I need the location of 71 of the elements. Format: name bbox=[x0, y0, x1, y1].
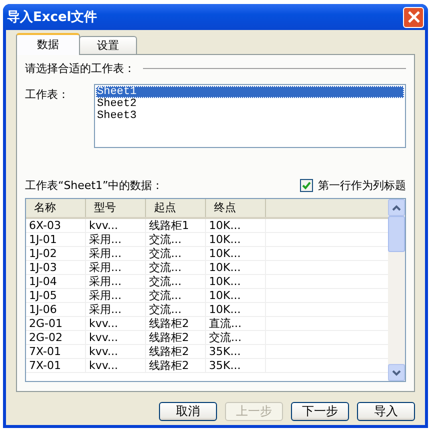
table-cell: kvv... bbox=[86, 345, 146, 358]
column-header[interactable]: 名称 bbox=[26, 199, 86, 217]
table-cell: 7X-01 bbox=[26, 359, 86, 372]
table-cell: 交流... bbox=[146, 247, 206, 260]
column-header[interactable]: 终点 bbox=[206, 199, 266, 217]
table-cell: kvv... bbox=[86, 317, 146, 330]
table-cell: 10K... bbox=[206, 247, 266, 260]
scroll-thumb[interactable] bbox=[388, 216, 405, 252]
list-item[interactable]: Sheet2 bbox=[96, 98, 404, 110]
table-cell: 10K... bbox=[206, 303, 266, 316]
table-cell: 6X-03 bbox=[26, 219, 86, 232]
table-cell: 7X-01 bbox=[26, 345, 86, 358]
table-cell: 线路柜2 bbox=[146, 317, 206, 330]
checkbox-label: 第一行作为列标题 bbox=[318, 178, 406, 192]
table-cell: kvv... bbox=[86, 219, 146, 232]
table-cell: 10K... bbox=[206, 275, 266, 288]
table-cell: 交流... bbox=[146, 261, 206, 274]
table-cell: 10K... bbox=[206, 219, 266, 232]
table-cell: 交流... bbox=[146, 303, 206, 316]
scrollbar[interactable] bbox=[388, 199, 405, 381]
table-cell: 线路柜2 bbox=[146, 345, 206, 358]
table-cell: 采用... bbox=[86, 303, 146, 316]
table-cell: 交流... bbox=[146, 233, 206, 246]
table-cell: 交流... bbox=[146, 289, 206, 302]
table-cell: 1J-04 bbox=[26, 275, 86, 288]
table-cell: kvv... bbox=[86, 331, 146, 344]
table-cell: 线路柜1 bbox=[146, 219, 206, 232]
checkbox[interactable] bbox=[300, 178, 313, 192]
tab[interactable]: 数据 bbox=[16, 33, 80, 55]
dialog-button[interactable]: 取消 bbox=[159, 402, 217, 421]
table-cell: kvv... bbox=[86, 359, 146, 372]
table-cell: 2G-02 bbox=[26, 331, 86, 344]
chevron-up-icon bbox=[392, 204, 401, 210]
dialog-button[interactable]: 下一步 bbox=[291, 402, 349, 421]
table-cell: 交流... bbox=[146, 275, 206, 288]
list-item[interactable]: Sheet3 bbox=[96, 110, 404, 122]
table-cell: 采用... bbox=[86, 289, 146, 302]
table-cell: 线路柜2 bbox=[146, 359, 206, 372]
table-cell: 1J-06 bbox=[26, 303, 86, 316]
chevron-down-icon bbox=[392, 370, 401, 376]
column-header[interactable]: 型号 bbox=[86, 199, 146, 217]
field-label: 工作表： bbox=[25, 87, 70, 103]
table-cell: 直流... bbox=[206, 317, 266, 330]
table-cell: 1J-02 bbox=[26, 247, 86, 260]
table-cell: 1J-01 bbox=[26, 233, 86, 246]
table-cell: 1J-05 bbox=[26, 289, 86, 302]
table-cell: 35K... bbox=[206, 345, 266, 358]
table-cell: 10K... bbox=[206, 289, 266, 302]
table-cell: 10K... bbox=[206, 233, 266, 246]
close-button[interactable] bbox=[403, 6, 424, 28]
list-item[interactable]: Sheet1 bbox=[96, 86, 404, 98]
tab[interactable]: 设置 bbox=[79, 36, 137, 54]
dialog-button[interactable]: 导入 bbox=[357, 402, 415, 421]
scroll-down-button[interactable] bbox=[388, 364, 405, 381]
table-cell: 采用... bbox=[86, 261, 146, 274]
scroll-up-button[interactable] bbox=[388, 199, 405, 216]
table-cell: 10K... bbox=[206, 261, 266, 274]
table-cell: 线路柜2 bbox=[146, 331, 206, 344]
section-label: 请选择合适的工作表： bbox=[25, 61, 135, 76]
table-cell: 1J-03 bbox=[26, 261, 86, 274]
table-cell: 采用... bbox=[86, 233, 146, 246]
table-cell: 35K... bbox=[206, 359, 266, 372]
table-cell: 采用... bbox=[86, 247, 146, 260]
table-cell: 采用... bbox=[86, 275, 146, 288]
table-cell: 2G-01 bbox=[26, 317, 86, 330]
close-icon bbox=[408, 11, 420, 23]
column-header[interactable]: 起点 bbox=[146, 199, 206, 217]
window-title: 导入Excel文件 bbox=[7, 8, 98, 26]
sheet-listbox[interactable]: Sheet1 Sheet2 Sheet3 bbox=[94, 84, 406, 148]
data-label: 工作表“Sheet1”中的数据： bbox=[25, 178, 164, 192]
table-cell: 交流... bbox=[206, 331, 266, 344]
